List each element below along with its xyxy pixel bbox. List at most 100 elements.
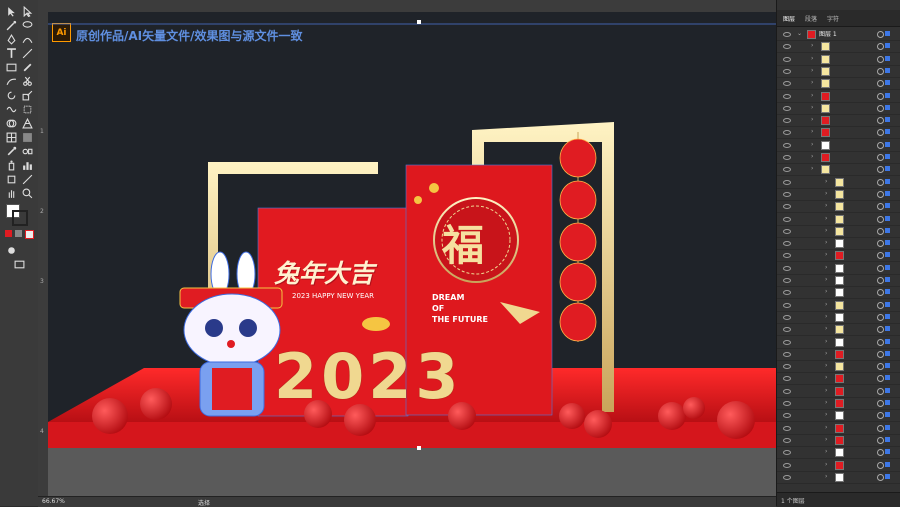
selection-indicator[interactable] bbox=[885, 461, 890, 467]
target-circle-icon[interactable] bbox=[877, 436, 884, 444]
selection-indicator[interactable] bbox=[885, 43, 890, 49]
tab-paragraph[interactable]: 段落 bbox=[805, 14, 817, 23]
target-circle-icon[interactable] bbox=[877, 203, 884, 211]
visibility-eye-icon[interactable] bbox=[783, 388, 791, 394]
curvature-tool-icon[interactable] bbox=[20, 32, 34, 46]
target-circle-icon[interactable] bbox=[877, 387, 884, 395]
selection-indicator[interactable] bbox=[885, 400, 890, 405]
gradient-mode-icon[interactable] bbox=[15, 230, 22, 237]
selection-indicator[interactable] bbox=[885, 129, 890, 135]
rectangle-tool-icon[interactable] bbox=[4, 60, 18, 74]
layer-row[interactable]: › bbox=[777, 65, 900, 78]
pen-tool-icon[interactable] bbox=[4, 32, 18, 46]
layer-row[interactable]: › bbox=[777, 397, 900, 410]
expand-chevron-icon[interactable]: › bbox=[811, 92, 813, 99]
selection-indicator[interactable] bbox=[885, 227, 890, 233]
expand-chevron-icon[interactable]: › bbox=[825, 325, 827, 332]
selection-indicator[interactable] bbox=[885, 301, 890, 307]
target-circle-icon[interactable] bbox=[877, 166, 884, 174]
layer-row[interactable]: › bbox=[777, 336, 900, 349]
target-circle-icon[interactable] bbox=[877, 141, 884, 149]
gradient-tool-icon[interactable] bbox=[20, 130, 34, 144]
selection-indicator[interactable] bbox=[885, 240, 890, 246]
selection-indicator[interactable] bbox=[885, 252, 890, 258]
selection-tool-icon[interactable] bbox=[4, 4, 18, 18]
visibility-eye-icon[interactable] bbox=[783, 204, 791, 210]
selection-indicator[interactable] bbox=[885, 55, 890, 61]
visibility-eye-icon[interactable] bbox=[783, 339, 791, 345]
column-graph-icon[interactable] bbox=[20, 158, 34, 172]
visibility-eye-icon[interactable] bbox=[783, 228, 791, 234]
expand-chevron-icon[interactable]: › bbox=[825, 473, 827, 480]
visibility-eye-icon[interactable] bbox=[783, 290, 791, 296]
target-circle-icon[interactable] bbox=[877, 424, 884, 432]
layer-row[interactable]: › bbox=[777, 249, 900, 263]
target-circle-icon[interactable] bbox=[877, 301, 884, 309]
target-circle-icon[interactable] bbox=[877, 400, 884, 407]
visibility-eye-icon[interactable] bbox=[783, 179, 791, 185]
expand-chevron-icon[interactable]: › bbox=[825, 239, 827, 246]
target-circle-icon[interactable] bbox=[877, 43, 884, 51]
selection-indicator[interactable] bbox=[885, 141, 890, 147]
selection-indicator[interactable] bbox=[885, 412, 890, 418]
visibility-eye-icon[interactable] bbox=[783, 376, 791, 382]
none-mode-icon[interactable] bbox=[25, 230, 34, 239]
layer-row[interactable]: ⌄ 图层 1 bbox=[777, 28, 900, 41]
warp-tool-icon[interactable] bbox=[4, 102, 18, 116]
expand-chevron-icon[interactable]: › bbox=[825, 374, 827, 381]
selection-indicator[interactable] bbox=[885, 277, 890, 282]
tab-character[interactable]: 字符 bbox=[827, 14, 839, 23]
draw-mode-icon[interactable] bbox=[4, 243, 18, 257]
visibility-eye-icon[interactable] bbox=[783, 44, 791, 50]
visibility-eye-icon[interactable] bbox=[783, 93, 791, 99]
expand-chevron-icon[interactable]: › bbox=[811, 141, 813, 148]
visibility-eye-icon[interactable] bbox=[783, 351, 791, 357]
layer-row[interactable]: › bbox=[777, 225, 900, 238]
visibility-eye-icon[interactable] bbox=[783, 413, 791, 419]
expand-chevron-icon[interactable]: › bbox=[811, 116, 813, 123]
selection-indicator[interactable] bbox=[885, 215, 890, 221]
expand-chevron-icon[interactable]: › bbox=[825, 411, 827, 418]
layer-name[interactable]: 图层 1 bbox=[819, 29, 837, 38]
expand-chevron-icon[interactable]: › bbox=[811, 104, 813, 111]
layer-row[interactable]: › bbox=[777, 40, 900, 54]
expand-chevron-icon[interactable]: › bbox=[811, 42, 813, 49]
target-circle-icon[interactable] bbox=[877, 461, 884, 469]
target-circle-icon[interactable] bbox=[877, 350, 884, 358]
target-circle-icon[interactable] bbox=[877, 363, 884, 371]
selection-indicator[interactable] bbox=[885, 363, 890, 369]
layer-row[interactable]: › bbox=[777, 385, 900, 398]
artboard-tool-icon[interactable] bbox=[4, 172, 18, 186]
visibility-eye-icon[interactable] bbox=[783, 450, 791, 456]
layer-row[interactable]: › bbox=[777, 446, 900, 460]
layer-row[interactable]: › bbox=[777, 77, 900, 91]
target-circle-icon[interactable] bbox=[877, 92, 884, 100]
expand-chevron-icon[interactable]: › bbox=[825, 264, 827, 271]
free-transform-icon[interactable] bbox=[20, 102, 34, 116]
layer-row[interactable]: › bbox=[777, 286, 900, 300]
visibility-eye-icon[interactable] bbox=[783, 314, 791, 320]
layer-row[interactable]: › bbox=[777, 459, 900, 472]
screen-mode-icon[interactable] bbox=[12, 257, 26, 271]
expand-chevron-icon[interactable]: › bbox=[811, 128, 813, 135]
selection-indicator[interactable] bbox=[885, 338, 890, 344]
expand-chevron-icon[interactable]: › bbox=[825, 301, 827, 308]
layer-row[interactable]: › bbox=[777, 360, 900, 374]
stroke-swatch[interactable] bbox=[12, 210, 28, 226]
expand-chevron-icon[interactable]: › bbox=[825, 448, 827, 455]
visibility-eye-icon[interactable] bbox=[783, 191, 791, 197]
layer-row[interactable]: › bbox=[777, 372, 900, 386]
expand-chevron-icon[interactable]: › bbox=[825, 288, 827, 295]
layer-row[interactable]: › bbox=[777, 102, 900, 115]
selection-indicator[interactable] bbox=[885, 264, 890, 270]
target-circle-icon[interactable] bbox=[877, 154, 884, 161]
target-circle-icon[interactable] bbox=[877, 313, 884, 321]
expand-chevron-icon[interactable]: › bbox=[825, 350, 827, 357]
tab-layers[interactable]: 图层 bbox=[783, 14, 795, 23]
selection-indicator[interactable] bbox=[885, 387, 890, 393]
color-mode-icon[interactable] bbox=[5, 230, 12, 237]
hand-tool-icon[interactable] bbox=[4, 186, 18, 200]
layer-row[interactable]: › bbox=[777, 213, 900, 226]
target-circle-icon[interactable] bbox=[877, 338, 884, 346]
perspective-grid-icon[interactable] bbox=[20, 116, 34, 130]
